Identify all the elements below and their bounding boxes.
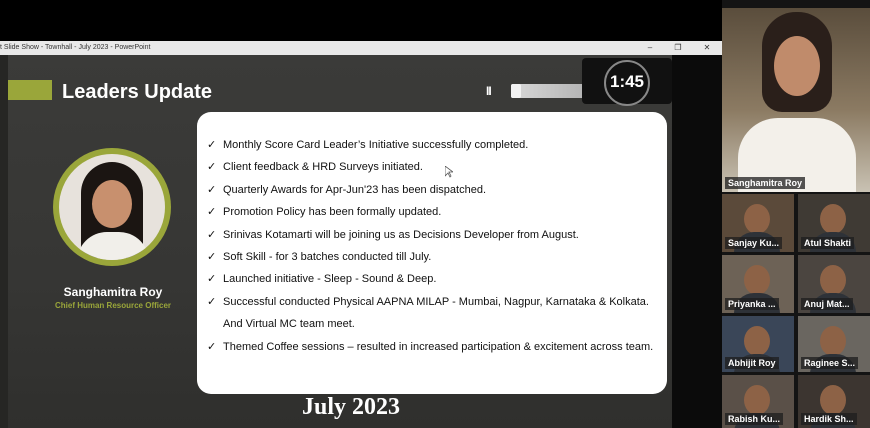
check-icon: ✓ <box>207 228 217 241</box>
list-item-text: Themed Coffee sessions – resulted in inc… <box>223 340 654 353</box>
list-item-text: Successful conducted Physical AAPNA MILA… <box>223 295 649 331</box>
participant-tile[interactable]: Abhijit Roy <box>722 316 794 372</box>
pause-icon[interactable]: II <box>486 84 492 98</box>
participant-name: Rabish Ku... <box>725 413 784 425</box>
update-card: ✓ Monthly Score Card Leader’s Initiative … <box>197 112 667 394</box>
list-item: ✓ Launched initiative - Sleep - Sound & D… <box>207 268 662 290</box>
list-item: ✓ Themed Coffee sessions – resulted in in… <box>207 336 662 358</box>
list-item: ✓ Client feedback & HRD Surveys initiated… <box>207 156 662 178</box>
list-item-text: Monthly Score Card Leader’s Initiative s… <box>223 139 529 151</box>
participant-tile[interactable]: Anuj Mat... <box>798 255 870 313</box>
participant-tile[interactable]: Rabish Ku... <box>722 375 794 428</box>
slide-title: Leaders Update <box>62 81 213 103</box>
participant-head <box>820 385 846 415</box>
check-icon: ✓ <box>207 139 217 151</box>
update-list: ✓ Monthly Score Card Leader’s Initiative … <box>207 134 662 358</box>
timer-text: 1:45 <box>609 72 645 91</box>
presenter-name: Sanghamitra Roy <box>63 285 163 299</box>
close-button[interactable]: ✕ <box>697 41 717 55</box>
window-title: t Slide Show - Townhall - July 2023 - Po… <box>0 44 151 51</box>
participant-tile-active-speaker[interactable]: Sanghamitra Roy <box>722 8 870 192</box>
powerpoint-title-bar: t Slide Show - Townhall - July 2023 - Po… <box>0 41 722 55</box>
check-icon: ✓ <box>207 295 217 308</box>
participant-tile[interactable]: Priyanka ... <box>722 255 794 313</box>
list-item: ✓ Monthly Score Card Leader’s Initiative … <box>207 134 662 156</box>
check-icon: ✓ <box>207 183 217 196</box>
list-item: ✓ Srinivas Kotamarti will be joining us a… <box>207 224 662 246</box>
list-item: ✓ Promotion Policy has been formally upda… <box>207 201 662 223</box>
video-caption: July 2023 <box>302 394 401 420</box>
participant-head <box>744 204 770 234</box>
list-item: ✓ Soft Skill - for 3 batches conducted ti… <box>207 246 662 268</box>
countdown-timer: 1:45 <box>582 58 672 106</box>
list-item: ✓ Quarterly Awards for Apr-Jun'23 has bee… <box>207 179 662 201</box>
list-item-text: Launched initiative - Sleep - Sound & De… <box>223 273 437 286</box>
participant-name: Atul Shakti <box>801 237 855 249</box>
list-item-text: Soft Skill - for 3 batches conducted til… <box>223 251 432 264</box>
check-icon: ✓ <box>207 161 217 174</box>
list-item-text: Promotion Policy has been formally updat… <box>223 206 442 219</box>
list-item: ✓ Successful conducted Physical AAPNA MIL… <box>207 291 662 336</box>
check-icon: ✓ <box>207 340 217 353</box>
list-item-text: Client feedback & HRD Surveys initiated. <box>223 161 423 174</box>
participant-tile[interactable]: Raginee S... <box>798 316 870 372</box>
screen-right-edge <box>672 55 722 428</box>
participant-name: Abhijit Roy <box>725 357 779 369</box>
participant-tile[interactable]: Atul Shakti <box>798 194 870 252</box>
participant-name: Priyanka ... <box>725 298 779 310</box>
seek-knob[interactable] <box>511 84 521 98</box>
list-item-text: Quarterly Awards for Apr-Jun'23 has been… <box>223 183 486 196</box>
presenter-photo <box>53 148 171 266</box>
participant-head <box>744 385 770 415</box>
check-icon: ✓ <box>207 273 217 286</box>
participant-name: Raginee S... <box>801 357 859 369</box>
minimize-button[interactable]: – <box>640 41 660 55</box>
check-icon: ✓ <box>207 251 217 264</box>
presenter-role: Chief Human Resource Officer <box>54 301 172 310</box>
participant-head <box>820 204 846 234</box>
participant-tile[interactable]: Sanjay Ku... <box>722 194 794 252</box>
participant-face <box>774 36 820 96</box>
slide-left-edge <box>0 55 8 428</box>
participant-tile[interactable]: Hardik Sh... <box>798 375 870 428</box>
participant-head <box>744 326 770 356</box>
participant-gallery: Sanghamitra Roy Sanjay Ku... Atul Shakti… <box>722 0 870 428</box>
list-item-text: Srinivas Kotamarti will be joining us as… <box>223 228 579 241</box>
participant-head <box>744 265 770 295</box>
title-accent-bar <box>8 80 52 100</box>
participant-head <box>820 265 846 295</box>
presenter-face <box>92 180 132 228</box>
participant-name: Anuj Mat... <box>801 298 853 310</box>
check-icon: ✓ <box>207 206 217 219</box>
participant-name: Hardik Sh... <box>801 413 857 425</box>
participant-name: Sanghamitra Roy <box>725 177 806 189</box>
mouse-cursor-icon <box>444 165 455 181</box>
participant-name: Sanjay Ku... <box>725 237 783 249</box>
presenter-photo-inner <box>59 154 165 260</box>
restore-button[interactable]: ❐ <box>668 41 688 55</box>
participant-head <box>820 326 846 356</box>
